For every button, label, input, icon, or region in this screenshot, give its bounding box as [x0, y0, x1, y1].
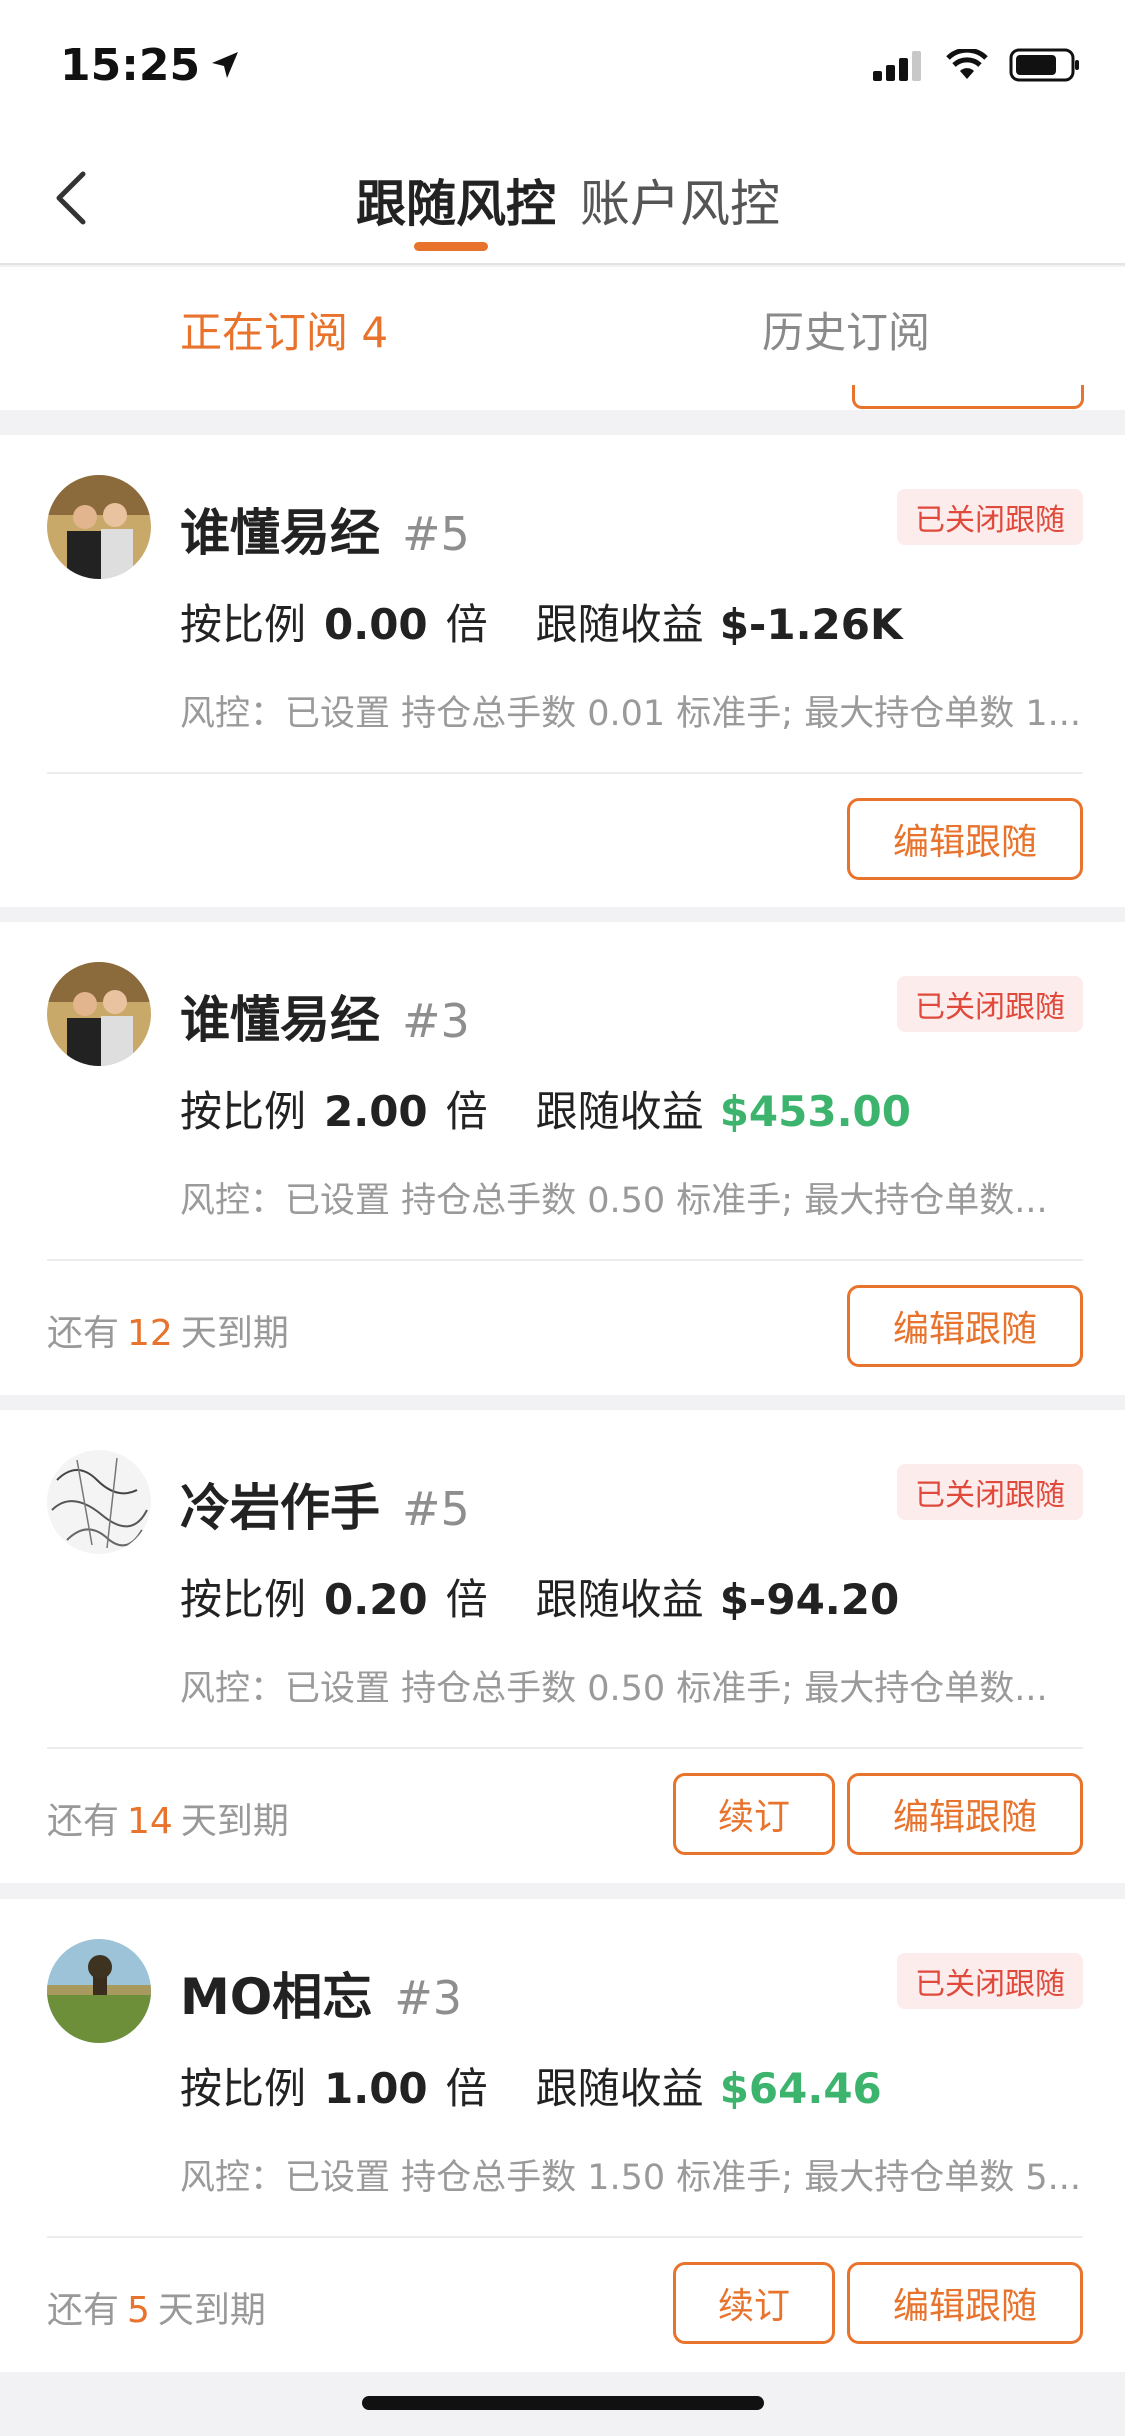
- ratio-value: 2.00: [324, 1087, 428, 1136]
- profit-label: 跟随收益: [535, 1087, 704, 1136]
- trader-name: 谁懂易经: [180, 991, 380, 1049]
- status-badge: 已关闭跟随: [897, 489, 1083, 545]
- chevron-left-icon: [56, 171, 86, 225]
- profit-label: 跟随收益: [535, 2064, 704, 2113]
- location-arrow-icon: [210, 40, 240, 91]
- risk-control-summary: 风控：已设置 持仓总手数 0.50 标准手; 最大持仓单数...: [180, 1181, 1048, 1221]
- scrolled-button-edge: [852, 385, 1084, 409]
- edit-follow-button[interactable]: 编辑跟随: [847, 1773, 1083, 1855]
- follow-stats: 按比例 0.00 倍 跟随收益 $-1.26K: [180, 591, 903, 652]
- trader-name-row: 谁懂易经 #3: [180, 980, 470, 1052]
- expiry-prefix: 还有: [47, 1801, 120, 1842]
- profit-value: $-94.20: [719, 1575, 900, 1624]
- ratio-unit: 倍: [445, 1087, 488, 1136]
- expiry-days: 14: [127, 1801, 173, 1842]
- ratio-value: 0.20: [324, 1575, 428, 1624]
- subscription-card: 谁懂易经 #5 已关闭跟随 按比例 0.00 倍 跟随收益 $-1.26K 风控…: [0, 435, 1125, 907]
- expiry-suffix: 天到期: [180, 1801, 289, 1842]
- tab-current-subscriptions[interactable]: 正在订阅 4: [180, 299, 388, 360]
- expiry-info: 还有 12 天到期: [47, 1304, 289, 1356]
- renew-button[interactable]: 续订: [673, 2262, 835, 2344]
- page: 15:25 跟随风控 账户风控 正在订阅 4 历史订阅 谁懂易经 #5 已关闭跟…: [0, 0, 1125, 2436]
- trader-name: 谁懂易经: [180, 504, 380, 562]
- expiry-days: 12: [127, 1313, 173, 1354]
- ratio-label: 按比例: [180, 1087, 307, 1136]
- subscription-tabs: 正在订阅 4 历史订阅: [0, 267, 1125, 410]
- expiry-prefix: 还有: [47, 2290, 120, 2331]
- divider: [47, 2236, 1083, 2238]
- status-icons: [873, 47, 1081, 86]
- ratio-value: 0.00: [324, 600, 428, 649]
- profit-label: 跟随收益: [535, 1575, 704, 1624]
- divider: [47, 772, 1083, 774]
- follow-stats: 按比例 0.20 倍 跟随收益 $-94.20: [180, 1566, 899, 1627]
- ratio-label: 按比例: [180, 1575, 307, 1624]
- ratio-unit: 倍: [445, 1575, 488, 1624]
- risk-control-summary: 风控：已设置 持仓总手数 0.01 标准手; 最大持仓单数 1...: [180, 694, 1081, 734]
- battery-icon: [1009, 48, 1081, 86]
- trader-name-row: 冷岩作手 #5: [180, 1468, 470, 1540]
- avatar: [47, 1939, 151, 2043]
- trader-name-row: MO相忘 #3: [180, 1957, 462, 2029]
- tab-follow-risk-control[interactable]: 跟随风控: [356, 164, 556, 236]
- profit-value: $-1.26K: [719, 600, 903, 649]
- profit-value: $64.46: [719, 2064, 882, 2113]
- strategy-number: #5: [402, 1482, 470, 1536]
- wifi-icon: [945, 47, 989, 85]
- ratio-label: 按比例: [180, 600, 307, 649]
- tab-history-subscriptions[interactable]: 历史订阅: [762, 299, 930, 360]
- trader-name: MO相忘: [180, 1968, 373, 2026]
- subscription-card: 谁懂易经 #3 已关闭跟随 按比例 2.00 倍 跟随收益 $453.00 风控…: [0, 922, 1125, 1395]
- divider: [47, 1747, 1083, 1749]
- status-badge: 已关闭跟随: [897, 976, 1083, 1032]
- subscription-card: MO相忘 #3 已关闭跟随 按比例 1.00 倍 跟随收益 $64.46 风控：…: [0, 1899, 1125, 2372]
- navigation-bar: 跟随风控 账户风控: [0, 140, 1125, 265]
- renew-button[interactable]: 续订: [673, 1773, 835, 1855]
- expiry-suffix: 天到期: [157, 2290, 266, 2331]
- strategy-number: #3: [402, 994, 470, 1048]
- edit-follow-button[interactable]: 编辑跟随: [847, 798, 1083, 880]
- expiry-suffix: 天到期: [180, 1313, 289, 1354]
- subscription-card: 冷岩作手 #5 已关闭跟随 按比例 0.20 倍 跟随收益 $-94.20 风控…: [0, 1410, 1125, 1883]
- avatar: [47, 962, 151, 1066]
- expiry-prefix: 还有: [47, 1313, 120, 1354]
- divider: [47, 1259, 1083, 1261]
- status-bar: 15:25: [0, 0, 1125, 140]
- avatar: [47, 475, 151, 579]
- profit-label: 跟随收益: [535, 600, 704, 649]
- expiry-days: 5: [127, 2290, 150, 2331]
- follow-stats: 按比例 2.00 倍 跟随收益 $453.00: [180, 1078, 911, 1139]
- strategy-number: #3: [394, 1971, 463, 2025]
- risk-control-summary: 风控：已设置 持仓总手数 0.50 标准手; 最大持仓单数...: [180, 1669, 1048, 1709]
- follow-stats: 按比例 1.00 倍 跟随收益 $64.46: [180, 2055, 882, 2116]
- status-badge: 已关闭跟随: [897, 1464, 1083, 1520]
- active-tab-indicator: [414, 242, 488, 251]
- risk-control-summary: 风控：已设置 持仓总手数 1.50 标准手; 最大持仓单数 5...: [180, 2158, 1081, 2198]
- ratio-unit: 倍: [445, 2064, 488, 2113]
- trader-name: 冷岩作手: [180, 1479, 380, 1537]
- home-indicator[interactable]: [362, 2396, 764, 2410]
- status-time-group: 15:25: [60, 40, 240, 91]
- status-time: 15:25: [60, 40, 201, 91]
- edit-follow-button[interactable]: 编辑跟随: [847, 2262, 1083, 2344]
- back-button[interactable]: [40, 168, 100, 228]
- avatar: [47, 1450, 151, 1554]
- edit-follow-button[interactable]: 编辑跟随: [847, 1285, 1083, 1367]
- cellular-signal-icon: [873, 49, 925, 85]
- expiry-info: 还有 14 天到期: [47, 1792, 289, 1844]
- ratio-label: 按比例: [180, 2064, 307, 2113]
- trader-name-row: 谁懂易经 #5: [180, 493, 470, 565]
- profit-value: $453.00: [719, 1087, 911, 1136]
- strategy-number: #5: [402, 507, 470, 561]
- tab-account-risk-control[interactable]: 账户风控: [580, 164, 780, 236]
- expiry-info: 还有 5 天到期: [47, 2281, 266, 2333]
- ratio-value: 1.00: [324, 2064, 428, 2113]
- status-badge: 已关闭跟随: [897, 1953, 1083, 2009]
- ratio-unit: 倍: [445, 600, 488, 649]
